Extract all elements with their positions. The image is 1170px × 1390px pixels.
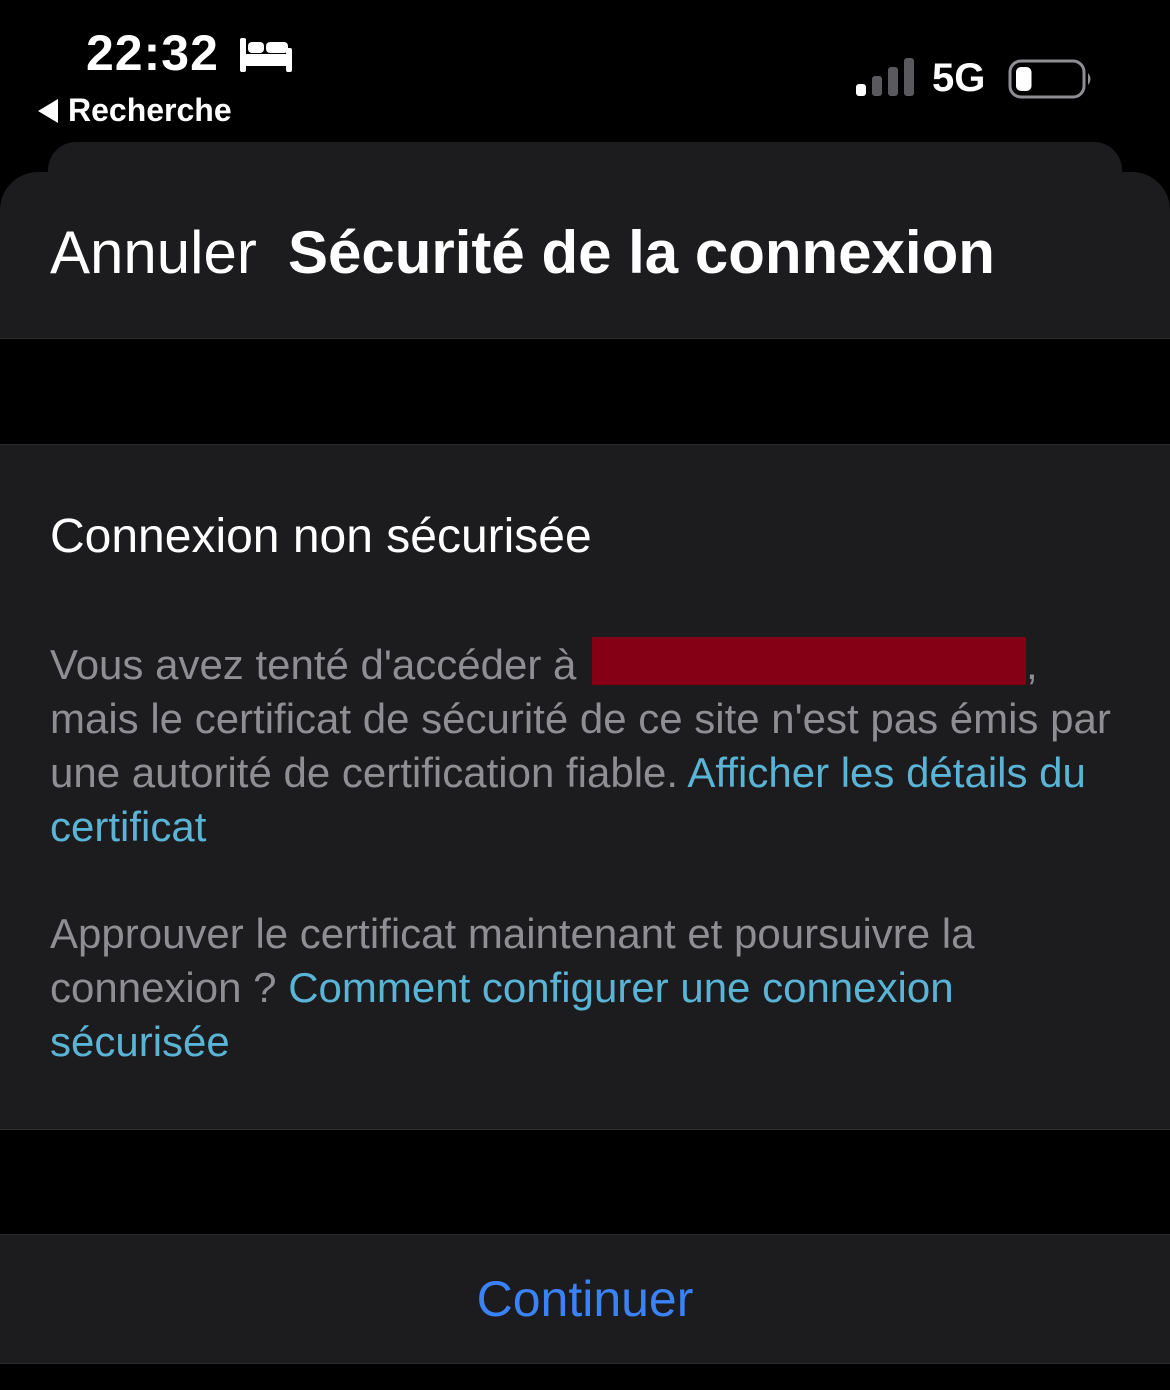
connection-security-sheet: Annuler Sécurité de la connexion Connexi… bbox=[0, 172, 1170, 1390]
bed-icon bbox=[240, 38, 292, 72]
sheet-title: Sécurité de la connexion bbox=[288, 219, 995, 286]
approve-prompt: Approuver le certificat maintenant et po… bbox=[50, 907, 1130, 1069]
back-label: Recherche bbox=[68, 92, 232, 128]
back-triangle-icon bbox=[38, 98, 58, 123]
message-comma: , bbox=[1026, 641, 1038, 688]
redacted-url bbox=[592, 637, 1027, 685]
screen: 22:32 Recherche 5G Annuler Sécurité de l… bbox=[0, 0, 1170, 1390]
signal-icon bbox=[856, 58, 914, 96]
cancel-button[interactable]: Annuler bbox=[50, 218, 257, 287]
message-prefix: Vous avez tenté d'accéder à bbox=[50, 641, 577, 688]
continue-button[interactable]: Continuer bbox=[477, 1270, 694, 1328]
status-time: 22:32 bbox=[86, 25, 219, 81]
battery-icon bbox=[1008, 59, 1091, 99]
nav-bar: Annuler Sécurité de la connexion bbox=[0, 172, 1170, 339]
warning-message: Vous avez tenté d'accéder à , mais le ce… bbox=[50, 637, 1130, 854]
continue-bar: Continuer bbox=[0, 1234, 1170, 1364]
network-type: 5G bbox=[932, 56, 986, 100]
back-to-search-link[interactable]: Recherche bbox=[38, 92, 232, 129]
status-bar: 22:32 Recherche 5G bbox=[0, 0, 1170, 140]
warning-heading: Connexion non sécurisée bbox=[50, 510, 592, 563]
warning-panel: Connexion non sécurisée Vous avez tenté … bbox=[0, 444, 1170, 1130]
